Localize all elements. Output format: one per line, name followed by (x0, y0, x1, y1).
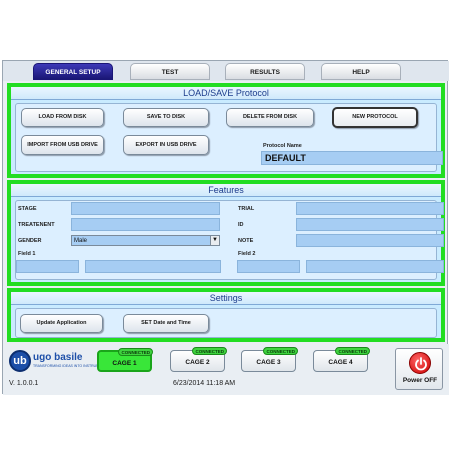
note-label: NOTE (238, 238, 254, 244)
protocol-name-field[interactable]: DEFAULT (261, 151, 443, 165)
cage-4-button[interactable]: CAGE 4 CONNECTED (313, 347, 370, 372)
id-field[interactable] (296, 218, 444, 231)
chevron-down-icon[interactable]: ▼ (210, 236, 219, 245)
datetime-display: 6/23/2014 11:18 AM (173, 380, 236, 387)
note-field[interactable] (296, 234, 444, 247)
treatment-label: TREATENENT (18, 222, 55, 228)
cage-2-label: CAGE 2 (185, 359, 210, 366)
settings-title: Settings (11, 292, 441, 305)
tab-results[interactable]: RESULTS (225, 63, 305, 80)
delete-from-disk-button[interactable]: DELETE FROM DISK (226, 108, 314, 127)
settings-body: Update Application SET Date and Time (15, 308, 437, 338)
protocol-name-label: Protocol Name (263, 143, 302, 149)
load-save-body: LOAD FROM DISK SAVE TO DISK DELETE FROM … (15, 103, 443, 172)
cage-2-status-badge: CONNECTED (192, 347, 227, 355)
field2-value-field[interactable] (306, 260, 444, 273)
ugo-basile-logo: ub ugo basile TRANSFORMING IDEAS INTO IN… (9, 350, 108, 374)
features-title: Features (11, 184, 441, 197)
stage-label: STAGE (18, 206, 37, 212)
cage-4-status-badge: CONNECTED (335, 347, 370, 355)
field1-key-field[interactable] (16, 260, 79, 273)
new-protocol-button[interactable]: NEW PROTOCOL (332, 107, 418, 128)
load-save-title: LOAD/SAVE Protocol (11, 87, 441, 100)
load-from-disk-button[interactable]: LOAD FROM DISK (21, 108, 104, 127)
cage-3-status-badge: CONNECTED (263, 347, 298, 355)
power-off-button[interactable]: Power OFF (395, 348, 443, 390)
save-to-disk-button[interactable]: SAVE TO DISK (123, 108, 209, 127)
field2-key-field[interactable] (237, 260, 300, 273)
cage-1-button[interactable]: CAGE 1 CONNECTED (97, 348, 153, 372)
set-date-time-button[interactable]: SET Date and Time (123, 314, 209, 333)
trial-field[interactable] (296, 202, 444, 215)
logo-mark: ub (9, 350, 31, 372)
trial-label: TRIAL (238, 206, 255, 212)
export-to-usb-button[interactable]: EXPORT IN USB DRIVE (123, 135, 209, 155)
features-panel: Features STAGE TREATENENT GENDER Male ▼ … (7, 180, 445, 286)
load-save-panel: LOAD/SAVE Protocol LOAD FROM DISK SAVE T… (7, 83, 445, 178)
import-from-usb-button[interactable]: IMPORT FROM USB DRIVE (21, 135, 104, 155)
cage-1-status-badge: CONNECTED (118, 348, 153, 356)
status-bar: ub ugo basile TRANSFORMING IDEAS INTO IN… (3, 344, 449, 395)
version-label: V. 1.0.0.1 (9, 380, 39, 387)
field1-label: Field 1 (18, 251, 36, 257)
power-off-label: Power OFF (402, 377, 438, 384)
features-body: STAGE TREATENENT GENDER Male ▼ Field 1 T… (15, 200, 444, 280)
cage-3-label: CAGE 3 (256, 359, 281, 366)
tab-general-setup[interactable]: GENERAL SETUP (33, 63, 113, 80)
settings-panel: Settings Update Application SET Date and… (7, 288, 445, 342)
logo-name: ugo basile (33, 352, 83, 363)
power-icon (409, 352, 431, 374)
tab-help[interactable]: HELP (321, 63, 401, 80)
field1-value-field[interactable] (85, 260, 221, 273)
field2-label: Field 2 (238, 251, 256, 257)
id-label: ID (238, 222, 244, 228)
tab-test[interactable]: TEST (130, 63, 210, 80)
cage-4-label: CAGE 4 (328, 359, 353, 366)
cage-3-button[interactable]: CAGE 3 CONNECTED (241, 347, 298, 372)
gender-select-value: Male (74, 238, 88, 244)
stage-field[interactable] (71, 202, 220, 215)
cage-2-button[interactable]: CAGE 2 CONNECTED (170, 347, 227, 372)
app-window: GENERAL SETUP TEST RESULTS HELP LOAD/SAV… (2, 60, 449, 395)
gender-select[interactable]: Male ▼ (71, 235, 220, 246)
treatment-field[interactable] (71, 218, 220, 231)
tab-bar: GENERAL SETUP TEST RESULTS HELP (3, 61, 449, 81)
update-application-button[interactable]: Update Application (20, 314, 103, 333)
cage-1-label: CAGE 1 (112, 360, 137, 367)
gender-label: GENDER (18, 238, 42, 244)
